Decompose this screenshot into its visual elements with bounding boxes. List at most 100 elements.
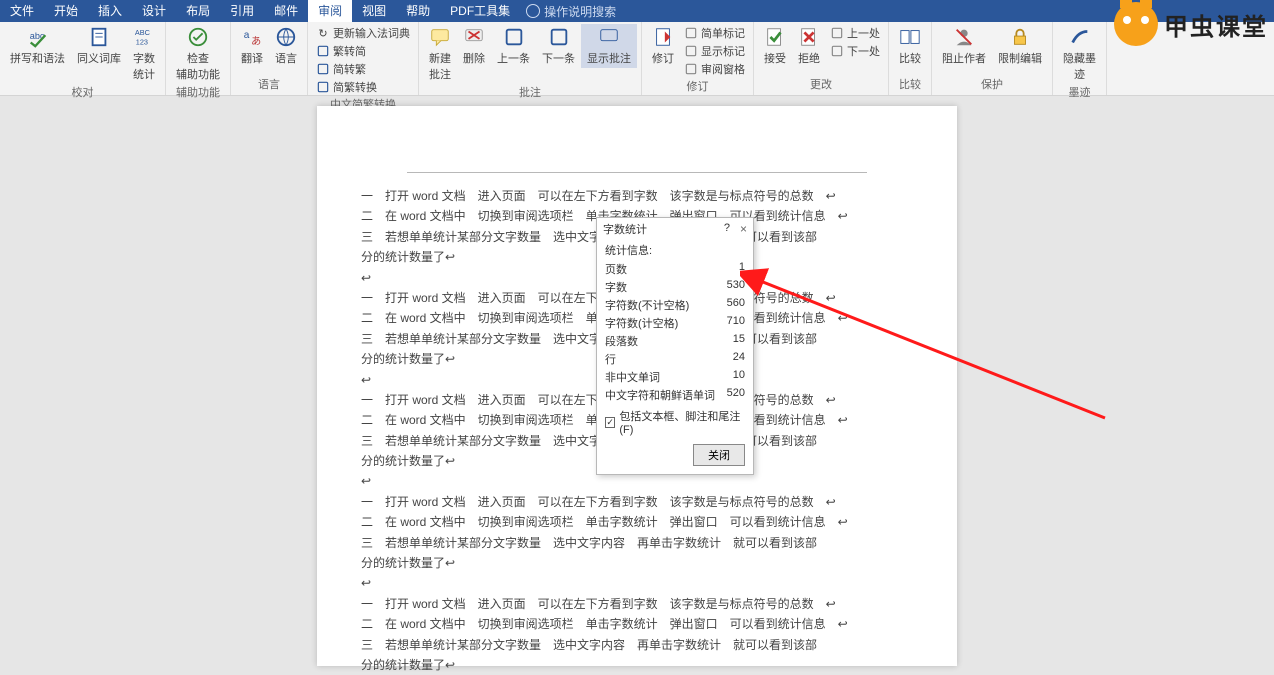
prev-change-icon (830, 26, 844, 40)
thesaurus[interactable]: 同义词库 (71, 24, 127, 68)
stat-row-段落数: 段落数 15 (605, 332, 745, 350)
checkbox-label: 包括文本框、脚注和尾注(F) (619, 408, 745, 436)
hide-ink[interactable]: 隐藏墨 迹 (1057, 24, 1102, 84)
restrict-edit-icon (1009, 26, 1031, 48)
stat-value: 710 (727, 315, 745, 331)
dialog-titlebar[interactable]: 字数统计 ? × (597, 218, 753, 240)
stat-key: 段落数 (605, 333, 638, 349)
ribbon-group-墨迹: 隐藏墨 迹墨迹 (1053, 22, 1107, 95)
delete-comment[interactable]: 删除 (457, 24, 491, 68)
show-comments[interactable]: 显示批注 (581, 24, 637, 68)
logo-text: 甲虫课堂 (1164, 7, 1268, 42)
spell-grammar[interactable]: abc拼写和语法 (4, 24, 71, 68)
bulb-icon (526, 4, 540, 18)
track-changes-icon (652, 26, 674, 48)
review-pane-icon (684, 62, 698, 76)
update-ime-dict[interactable]: ↻更新输入法词典 (312, 24, 414, 42)
close-button[interactable]: 关闭 (693, 444, 745, 466)
stat-key: 字符数(不计空格) (605, 297, 689, 313)
stat-key: 字符数(计空格) (605, 315, 678, 331)
hide-ink-icon (1069, 26, 1091, 48)
group-label: 更改 (758, 76, 884, 93)
checkbox-icon: ✓ (605, 417, 615, 428)
block-authors[interactable]: 阻止作者 (936, 24, 992, 68)
menu-插入[interactable]: 插入 (88, 0, 132, 22)
to-trad[interactable]: 繁转简 (312, 42, 414, 60)
prev-change[interactable]: 上一处 (826, 24, 884, 42)
to-simp-icon (316, 62, 330, 76)
stat-row-字符数(不计空格): 字符数(不计空格)560 (605, 296, 745, 314)
tell-me-search[interactable]: 操作说明搜索 (526, 3, 616, 20)
menu-PDF工具集[interactable]: PDF工具集 (440, 0, 520, 22)
accept[interactable]: 接受 (758, 24, 792, 68)
next-change[interactable]: 下一处 (826, 42, 884, 60)
track-changes[interactable]: 修订 (646, 24, 680, 68)
next-comment[interactable]: 下一条 (536, 24, 581, 68)
group-label: 比较 (893, 76, 927, 93)
prev-comment[interactable]: 上一条 (491, 24, 536, 68)
svg-text:a: a (244, 30, 250, 41)
reject[interactable]: 拒绝 (792, 24, 826, 68)
show-comments-icon (598, 26, 620, 48)
ruler (407, 172, 867, 182)
sc-tc-icon (316, 80, 330, 94)
menu-布局[interactable]: 布局 (176, 0, 220, 22)
document-line: 分的统计数量了↩ (361, 553, 913, 573)
ribbon-group-修订: 修订简单标记显示标记审阅窗格修订 (642, 22, 754, 95)
check-accessibility-icon (187, 26, 209, 48)
ribbon: abc拼写和语法同义词库ABC123字数 统计校对检查 辅助功能辅助功能aあ翻译… (0, 22, 1274, 96)
stat-key: 行 (605, 351, 616, 367)
menu-邮件[interactable]: 邮件 (264, 0, 308, 22)
menu-视图[interactable]: 视图 (352, 0, 396, 22)
accept-icon (764, 26, 786, 48)
svg-text:あ: あ (251, 35, 261, 47)
stat-value: 10 (733, 369, 745, 385)
new-comment[interactable]: 新建 批注 (423, 24, 457, 84)
sc-tc[interactable]: 简繁转换 (312, 78, 414, 96)
new-comment-icon (429, 26, 451, 48)
ribbon-group-更改: 接受拒绝上一处下一处更改 (754, 22, 889, 95)
stat-row-行: 行24 (605, 350, 745, 368)
compare[interactable]: 比较 (893, 24, 927, 68)
delete-comment-icon (463, 26, 485, 48)
document-line: ↩ (361, 573, 913, 593)
to-simp[interactable]: 简转繁 (312, 60, 414, 78)
stat-row-字数: 字数530 (605, 278, 745, 296)
close-icon[interactable]: × (740, 222, 747, 236)
stat-key: 字数 (605, 279, 627, 295)
spell-grammar-icon: abc (27, 26, 49, 48)
include-footnotes-checkbox[interactable]: ✓ 包括文本框、脚注和尾注(F) (605, 404, 745, 440)
stat-value: 1 (739, 261, 745, 277)
help-icon[interactable]: ? (724, 222, 730, 236)
stat-value: 520 (727, 387, 745, 403)
check-accessibility[interactable]: 检查 辅助功能 (170, 24, 226, 84)
brand-logo: 甲虫课堂 (1114, 2, 1268, 46)
menu-开始[interactable]: 开始 (44, 0, 88, 22)
word-count[interactable]: ABC123字数 统计 (127, 24, 161, 84)
group-label: 语言 (235, 76, 303, 93)
thesaurus-icon (88, 26, 110, 48)
review-pane[interactable]: 审阅窗格 (680, 60, 749, 78)
prev-comment-icon (503, 26, 525, 48)
stat-row-中文字符和朝鲜语单词: 中文字符和朝鲜语单词520 (605, 386, 745, 404)
svg-text:ABC: ABC (135, 28, 151, 37)
show-markup[interactable]: 显示标记 (680, 42, 749, 60)
menu-设计[interactable]: 设计 (132, 0, 176, 22)
restrict-edit[interactable]: 限制编辑 (992, 24, 1048, 68)
language-icon (275, 26, 297, 48)
simple-markup[interactable]: 简单标记 (680, 24, 749, 42)
translate[interactable]: aあ翻译 (235, 24, 269, 68)
ribbon-group-批注: 新建 批注删除上一条下一条显示批注批注 (419, 22, 642, 95)
refresh-icon: ↻ (316, 26, 330, 40)
document-line: 分的统计数量了↩ (361, 655, 913, 675)
language[interactable]: 语言 (269, 24, 303, 68)
menu-文件[interactable]: 文件 (0, 0, 44, 22)
next-change-icon (830, 44, 844, 58)
stat-info-label: 统计信息: (605, 240, 745, 260)
document-line: 三 若想单单统计某部分文字数量 选中文字内容 再单击字数统计 就可以看到该部 (361, 635, 913, 655)
menu-帮助[interactable]: 帮助 (396, 0, 440, 22)
reject-icon (798, 26, 820, 48)
stat-value: 15 (733, 333, 745, 349)
menu-审阅[interactable]: 审阅 (308, 0, 352, 22)
menu-引用[interactable]: 引用 (220, 0, 264, 22)
